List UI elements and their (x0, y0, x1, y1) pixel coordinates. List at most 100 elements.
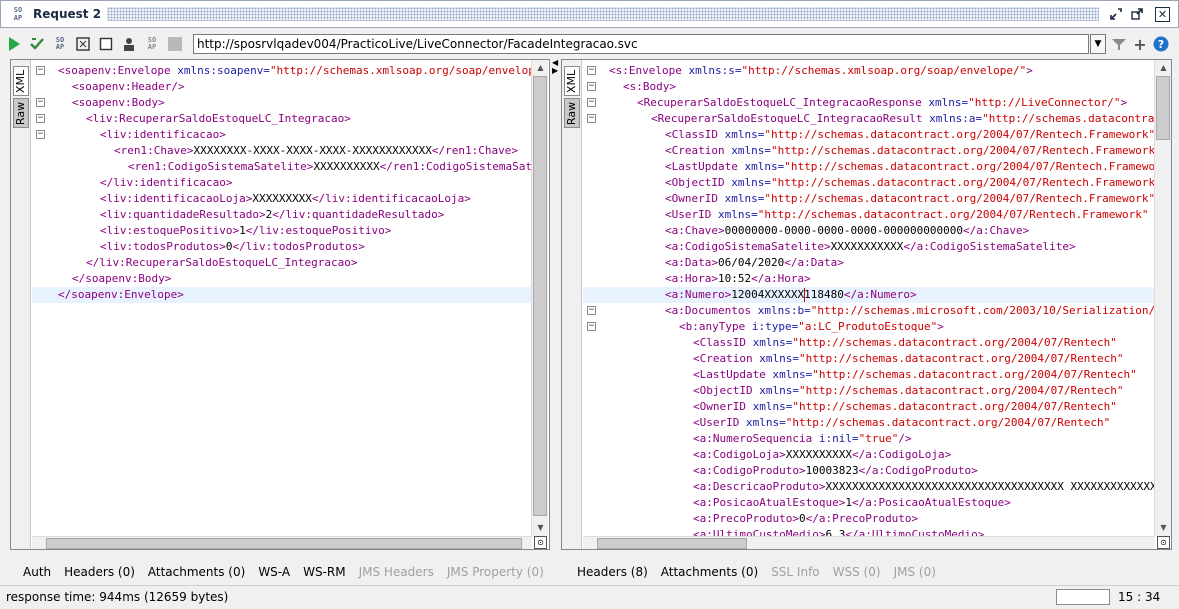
xml-token: </liv:estoquePositivo> (245, 224, 392, 237)
scroll-down-icon[interactable]: ▼ (533, 520, 548, 535)
xml-token: <liv:todosProdutos> (100, 240, 226, 253)
fold-toggle-icon[interactable]: − (587, 114, 596, 123)
response-xml-editor[interactable]: − − − − − − <s:Envelope xmlns:s="http://schem… (583, 60, 1156, 538)
response-horizontal-scrollbar[interactable] (583, 536, 1155, 549)
zoom-icon[interactable]: ⊙ (534, 536, 547, 549)
split-divider[interactable]: ◀ ▶ (550, 59, 561, 550)
tab-wss[interactable]: WSS (0) (833, 565, 881, 579)
tab-jms[interactable]: JMS (0) (894, 565, 936, 579)
xml-token: <a:CodigoLoja> (693, 448, 786, 461)
tab-raw[interactable]: Raw (13, 98, 29, 128)
xml-token: </ren1:Chave> (431, 144, 518, 157)
tab-xml[interactable]: XML (564, 66, 580, 96)
request-bottom-tabs: Auth Headers (0) Attachments (0) WS-A WS… (23, 562, 557, 582)
scrollbar-thumb[interactable] (597, 538, 747, 549)
fold-toggle-icon[interactable]: − (587, 66, 596, 75)
tab-ssl-info[interactable]: SSL Info (771, 565, 819, 579)
xml-token: <RecuperarSaldoEstoqueLC_IntegracaoResul… (651, 112, 930, 125)
collapse-right-icon[interactable]: ▶ (552, 67, 558, 75)
tab-headers[interactable]: Headers (8) (577, 565, 648, 579)
detach-icon[interactable] (1128, 5, 1146, 23)
xml-line: <ObjectID xmlns="http://schemas.datacont… (693, 383, 1124, 399)
help-icon[interactable]: ? (1152, 35, 1170, 53)
xml-token: <ren1:CodigoSistemaSatelite> (128, 160, 314, 173)
tab-ws-rm[interactable]: WS-RM (303, 565, 346, 579)
xml-token: i:nil= (818, 432, 859, 445)
xml-token: <a:Chave> (665, 224, 725, 237)
zoom-icon[interactable]: ⊙ (1157, 536, 1170, 549)
toggle-icon[interactable] (166, 35, 184, 53)
xml-token: <a:Numero> (665, 288, 732, 301)
run-icon[interactable] (5, 35, 23, 53)
tab-attachments[interactable]: Attachments (0) (661, 565, 758, 579)
create-soap-icon[interactable]: SO AP (51, 35, 69, 53)
fullscreen-icon[interactable] (74, 35, 92, 53)
minimize-icon[interactable] (1107, 5, 1125, 23)
scrollbar-thumb[interactable] (1156, 76, 1170, 140)
fold-toggle-icon[interactable]: − (587, 98, 596, 107)
response-pane: XML Raw − − − − − − <s:Envelope xmlns:s="http… (561, 59, 1172, 550)
xml-line: <ren1:Chave>XXXXXXXX-XXXX-XXXX-XXXX-XXXX… (114, 143, 518, 159)
tab-attachments[interactable]: Attachments (0) (148, 565, 245, 579)
xml-token: xmlns:s= (688, 64, 742, 77)
xml-token: <s:Body> (623, 80, 676, 93)
title-bar: SO AP Request 2 ✕ (0, 0, 1179, 28)
fold-toggle-icon[interactable]: − (36, 98, 45, 107)
tab-ws-a[interactable]: WS-A (258, 565, 290, 579)
fold-toggle-icon[interactable]: − (36, 66, 45, 75)
xml-token: 00000000-0000-0000-0000-000000000000 (724, 224, 964, 237)
xml-token: xmlns= (724, 128, 765, 141)
xml-token: xmlns= (759, 384, 799, 397)
response-vertical-scrollbar[interactable]: ▲ ▼ (1154, 60, 1171, 536)
xml-token: 12004XXXXXX118480 (731, 288, 844, 301)
soap-icon[interactable]: SO AP (143, 35, 161, 53)
xml-token: xmlns= (772, 368, 813, 381)
scroll-down-icon[interactable]: ▼ (1156, 520, 1171, 535)
xml-token: "http://schemas.datacontract.org/2004/07… (792, 400, 1117, 413)
tab-xml[interactable]: XML (13, 66, 29, 96)
scrollbar-thumb[interactable] (533, 76, 547, 516)
xml-token: <ObjectID (693, 384, 760, 397)
scroll-up-icon[interactable]: ▲ (533, 60, 548, 75)
xml-token: </a:CodigoLoja> (851, 448, 952, 461)
fold-toggle-icon[interactable]: − (587, 322, 596, 331)
tab-raw[interactable]: Raw (564, 98, 580, 128)
xml-token: "a:LC_ProdutoEstoque" (798, 320, 938, 333)
add-assertion-icon[interactable] (28, 35, 46, 53)
fold-toggle-icon[interactable]: − (36, 130, 45, 139)
xml-token: <liv:RecuperarSaldoEstoqueLC_Integracao> (86, 112, 351, 125)
request-vertical-scrollbar[interactable]: ▲ ▼ (531, 60, 548, 536)
stop-icon[interactable] (97, 35, 115, 53)
tab-auth[interactable]: Auth (23, 565, 51, 579)
xml-token: <UserID (693, 416, 746, 429)
xml-token: XXXXXXXXXX (313, 160, 380, 173)
request-xml-editor[interactable]: − − − − <soapenv:Envelope xmlns:soapenv="ht… (32, 60, 534, 538)
xml-line: <LastUpdate xmlns="http://schemas.dataco… (693, 367, 1137, 383)
request-pane: XML Raw − − − − <soapenv:Envelope xmlns:soa… (10, 59, 550, 550)
request-horizontal-scrollbar[interactable] (32, 536, 532, 549)
xml-line: <UserID xmlns="http://schemas.datacontra… (693, 415, 1110, 431)
endpoint-url-input[interactable]: http://sposrvlqadev004/PracticoLive/Live… (193, 34, 1089, 54)
xml-token: "true" (858, 432, 899, 445)
fold-toggle-icon[interactable]: − (587, 82, 596, 91)
tab-headers[interactable]: Headers (0) (64, 565, 135, 579)
chevron-down-icon[interactable]: ▼ (1090, 34, 1106, 54)
close-icon[interactable]: ✕ (1155, 6, 1170, 22)
xml-token: XXXXXXXXXX (785, 448, 852, 461)
xml-token: xmlns:b= (757, 304, 811, 317)
add-icon[interactable]: + (1131, 35, 1149, 54)
tab-jms-headers[interactable]: JMS Headers (359, 565, 434, 579)
xml-token: xmlns:soapenv= (177, 64, 270, 77)
tab-jms-property[interactable]: JMS Property (0) (447, 565, 544, 579)
scrollbar-thumb[interactable] (46, 538, 522, 549)
xml-token: "http://schemas.xmlsoap.org/soap/envelop… (269, 64, 534, 77)
xml-token: </soapenv:Body> (72, 272, 172, 285)
xml-token: <ClassID (693, 336, 753, 349)
user-icon[interactable] (120, 35, 138, 53)
fold-toggle-icon[interactable]: − (36, 114, 45, 123)
fold-toggle-icon[interactable]: − (587, 306, 596, 315)
xml-token: <liv:quantidadeResultado> (100, 208, 266, 221)
xml-token: "http://schemas.datacontract.org/2004/07… (812, 368, 1137, 381)
scroll-up-icon[interactable]: ▲ (1156, 60, 1171, 75)
filter-icon[interactable] (1110, 35, 1128, 53)
